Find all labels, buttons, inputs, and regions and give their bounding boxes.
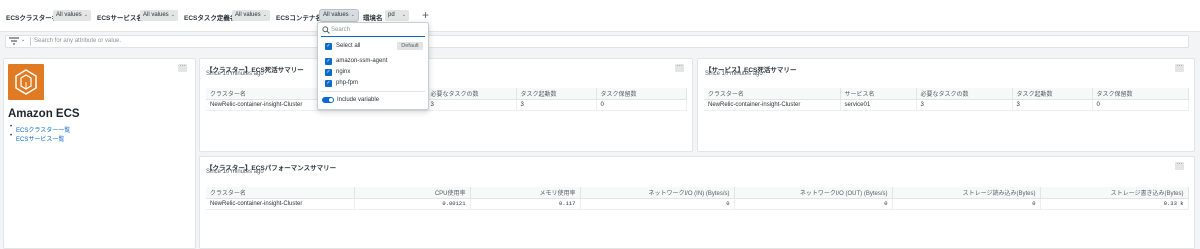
- table-cell: 3: [1012, 99, 1093, 111]
- table-row: NewRelic-container-insight-Cluster 0.001…: [206, 198, 1189, 210]
- widget-subtitle: Since 10 minutes ago: [206, 169, 264, 175]
- chevron-down-icon: ⌄: [170, 12, 175, 18]
- chevron-down-icon: ⌄: [350, 12, 355, 18]
- table-cell: 3: [516, 99, 597, 111]
- option-label[interactable]: php-fpm: [336, 80, 358, 86]
- table-cell: 0.33 k: [1040, 198, 1189, 210]
- column-header[interactable]: ストレージ書き込み(Bytes): [1040, 187, 1189, 199]
- column-header[interactable]: メモリ使用率: [470, 187, 581, 199]
- column-header[interactable]: クラスター名: [206, 187, 355, 199]
- variable-label-cluster: ECSクラスター名: [6, 15, 59, 22]
- widget-menu-button[interactable]: ···: [675, 63, 684, 72]
- column-header[interactable]: CPU使用率: [354, 187, 471, 199]
- table-cell: NewRelic-container-insight-Cluster: [704, 99, 841, 111]
- table-header-row: クラスター名 CPU使用率 メモリ使用率 ネットワークI/O (IN) (Byt…: [206, 187, 1189, 199]
- option-label[interactable]: amazon-ssm-agent: [336, 58, 387, 64]
- variable-select-task-definition[interactable]: All values ⌄: [232, 10, 270, 21]
- column-header[interactable]: ストレージ読み込み(Bytes): [892, 187, 1041, 199]
- option-checkbox-php-fpm[interactable]: ✓: [325, 80, 332, 87]
- table-header-row: クラスター名 必要なタスクの数 タスク起動数 タスク保留数: [206, 88, 687, 100]
- cluster-summary-table: クラスター名 必要なタスクの数 タスク起動数 タスク保留数 NewRelic-c…: [206, 88, 687, 111]
- column-header[interactable]: サービス名: [840, 88, 917, 100]
- widget-subtitle: Since 10 minutes ago: [206, 71, 264, 77]
- widget-subtitle: Since 10 minutes ago: [705, 71, 763, 77]
- search-icon: [322, 26, 330, 36]
- variable-label-task-definition: ECSタスク定義名: [184, 15, 237, 22]
- table-cell: 0: [892, 198, 1041, 210]
- variable-label-service: ECSサービス名: [97, 15, 143, 22]
- bullet: •: [10, 133, 13, 139]
- option-checkbox-nginx[interactable]: ✓: [325, 69, 332, 76]
- variable-bar: [0, 0, 1200, 32]
- column-header[interactable]: 必要なタスクの数: [916, 88, 1013, 100]
- column-header[interactable]: ネットワークI/O (OUT) (Bytes/s): [734, 187, 893, 199]
- add-variable-button[interactable]: +: [422, 8, 429, 22]
- widget-menu-button[interactable]: ···: [178, 63, 187, 72]
- variable-select-cluster[interactable]: All values ⌄: [53, 10, 91, 21]
- option-checkbox-amazon-ssm-agent[interactable]: ✓: [325, 58, 332, 65]
- toggle-knob: [329, 98, 333, 102]
- include-variable-label: Include variable: [337, 97, 380, 103]
- widget-menu-button[interactable]: ···: [1175, 161, 1184, 170]
- select-all-label[interactable]: Select all: [336, 43, 360, 49]
- filter-divider: [30, 37, 31, 46]
- chevron-down-icon[interactable]: ⌄: [21, 37, 25, 43]
- table-cell: 3: [426, 99, 517, 111]
- column-header[interactable]: タスク起動数: [1012, 88, 1093, 100]
- dropdown-divider: [321, 91, 425, 92]
- table-cell: 0: [734, 198, 893, 210]
- table-cell: service01: [840, 99, 917, 111]
- table-cell: 0: [596, 99, 687, 111]
- bullet: •: [10, 124, 13, 130]
- service-summary-table: クラスター名 サービス名 必要なタスクの数 タスク起動数 タスク保留数 NewR…: [704, 88, 1189, 111]
- column-header[interactable]: タスク保留数: [1092, 88, 1189, 100]
- option-label[interactable]: nginx: [336, 69, 350, 75]
- column-header[interactable]: タスク保留数: [596, 88, 687, 100]
- variable-select-environment[interactable]: pd ⌄: [385, 10, 409, 21]
- widget-menu-button[interactable]: ···: [1175, 63, 1184, 72]
- ecs-hexagon-icon: [15, 69, 37, 95]
- filter-placeholder: Search for any attribute or value.: [34, 38, 122, 44]
- column-header[interactable]: タスク起動数: [516, 88, 597, 100]
- variable-label-environment: 環境名: [363, 15, 383, 22]
- variable-select-service[interactable]: All values ⌄: [140, 10, 178, 21]
- table-row: NewRelic-container-insight-Cluster 3 3 0: [206, 99, 687, 111]
- table-header-row: クラスター名 サービス名 必要なタスクの数 タスク起動数 タスク保留数: [704, 88, 1189, 100]
- link-ecs-service-list[interactable]: ECSサービス一覧: [16, 134, 64, 143]
- variable-label-container: ECSコンテナ名: [276, 15, 322, 22]
- amazon-ecs-logo: [8, 64, 44, 100]
- chevron-down-icon: ⌄: [262, 12, 267, 18]
- table-cell: 0: [1092, 99, 1189, 111]
- table-cell: NewRelic-container-insight-Cluster: [206, 198, 355, 210]
- table-cell: 3: [916, 99, 1013, 111]
- ecs-title: Amazon ECS: [8, 108, 80, 120]
- chevron-down-icon: ⌄: [401, 12, 406, 18]
- table-cell: 0.00121: [354, 198, 471, 210]
- table-cell: 0: [580, 198, 735, 210]
- default-badge[interactable]: Default: [397, 42, 423, 50]
- variable-select-container[interactable]: All values ⌄: [319, 9, 359, 22]
- chevron-down-icon: ⌄: [83, 12, 88, 18]
- column-header[interactable]: ネットワークI/O (IN) (Bytes/s): [580, 187, 735, 199]
- dropdown-search-placeholder: Search: [331, 27, 351, 33]
- column-header[interactable]: クラスター名: [704, 88, 841, 100]
- table-cell: 0.117: [470, 198, 581, 210]
- filter-icon[interactable]: [9, 37, 19, 47]
- select-all-checkbox[interactable]: ✓: [325, 43, 332, 50]
- filter-input[interactable]: [5, 35, 1189, 48]
- column-header[interactable]: 必要なタスクの数: [426, 88, 517, 100]
- link-ecs-cluster-list[interactable]: ECSクラスター一覧: [16, 125, 70, 134]
- table-row: NewRelic-container-insight-Cluster servi…: [704, 99, 1189, 111]
- performance-summary-table: クラスター名 CPU使用率 メモリ使用率 ネットワークI/O (IN) (Byt…: [206, 187, 1189, 210]
